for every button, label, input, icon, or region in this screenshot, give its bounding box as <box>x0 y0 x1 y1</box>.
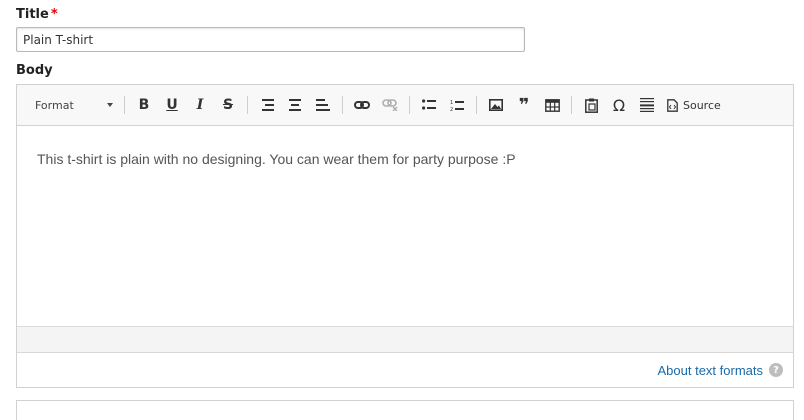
body-text: This t-shirt is plain with no designing.… <box>37 151 516 167</box>
next-field-box <box>16 400 794 420</box>
toolbar-separator <box>247 96 248 114</box>
table-button[interactable] <box>538 93 566 117</box>
align-left-button[interactable] <box>309 93 337 117</box>
align-right-icon <box>262 99 274 111</box>
align-center-icon <box>289 99 301 111</box>
paste-button[interactable] <box>577 93 605 117</box>
rich-text-editor: Format B U I S 12 ❞ Ω Source This t-shir… <box>16 84 794 388</box>
required-mark: * <box>50 7 58 22</box>
underline-icon: U <box>166 97 178 113</box>
source-button-label: Source <box>683 98 721 112</box>
body-label: Body <box>16 63 53 78</box>
toolbar-separator <box>124 96 125 114</box>
chevron-down-icon <box>107 103 113 107</box>
unlink-icon <box>382 99 398 111</box>
title-label: Title * <box>16 7 58 22</box>
italic-button[interactable]: I <box>186 93 214 117</box>
special-character-button[interactable]: Ω <box>605 93 633 117</box>
horizontal-line-button[interactable] <box>633 93 661 117</box>
format-dropdown-label: Format <box>35 98 74 112</box>
source-button[interactable]: Source <box>661 93 727 117</box>
bold-button[interactable]: B <box>130 93 158 117</box>
bulleted-list-button[interactable] <box>415 93 443 117</box>
italic-icon: I <box>196 97 204 113</box>
image-button[interactable] <box>482 93 510 117</box>
text-formats-row: About text formats ? <box>17 353 793 387</box>
editor-status-bar <box>17 326 793 353</box>
toolbar-separator <box>342 96 343 114</box>
blockquote-icon: ❞ <box>518 94 530 116</box>
strikethrough-icon: S <box>222 97 234 113</box>
editor-toolbar: Format B U I S 12 ❞ Ω Source <box>17 85 793 126</box>
title-input[interactable] <box>16 27 525 52</box>
table-icon <box>544 98 560 112</box>
editor-content-area[interactable]: This t-shirt is plain with no designing.… <box>17 126 793 326</box>
source-icon <box>667 98 678 112</box>
about-text-formats-link[interactable]: About text formats <box>658 363 764 378</box>
toolbar-separator <box>571 96 572 114</box>
bulleted-list-icon <box>422 99 436 110</box>
special-character-icon: Ω <box>612 95 626 115</box>
paste-icon <box>584 98 598 113</box>
svg-text:1: 1 <box>450 100 453 106</box>
format-dropdown[interactable]: Format <box>23 93 119 117</box>
horizontal-line-icon <box>640 98 654 112</box>
numbered-list-icon: 12 <box>450 100 464 112</box>
strikethrough-button[interactable]: S <box>214 93 242 117</box>
bold-icon: B <box>138 97 150 113</box>
svg-text:2: 2 <box>450 107 453 112</box>
image-icon <box>489 99 503 111</box>
help-icon[interactable]: ? <box>769 363 783 377</box>
align-center-button[interactable] <box>281 93 309 117</box>
blockquote-button[interactable]: ❞ <box>510 93 538 117</box>
numbered-list-button[interactable]: 12 <box>443 93 471 117</box>
align-left-icon <box>316 99 330 111</box>
toolbar-separator <box>476 96 477 114</box>
link-button[interactable] <box>348 93 376 117</box>
link-icon <box>354 101 370 109</box>
underline-button[interactable]: U <box>158 93 186 117</box>
align-right-button[interactable] <box>253 93 281 117</box>
unlink-button[interactable] <box>376 93 404 117</box>
toolbar-separator <box>409 96 410 114</box>
